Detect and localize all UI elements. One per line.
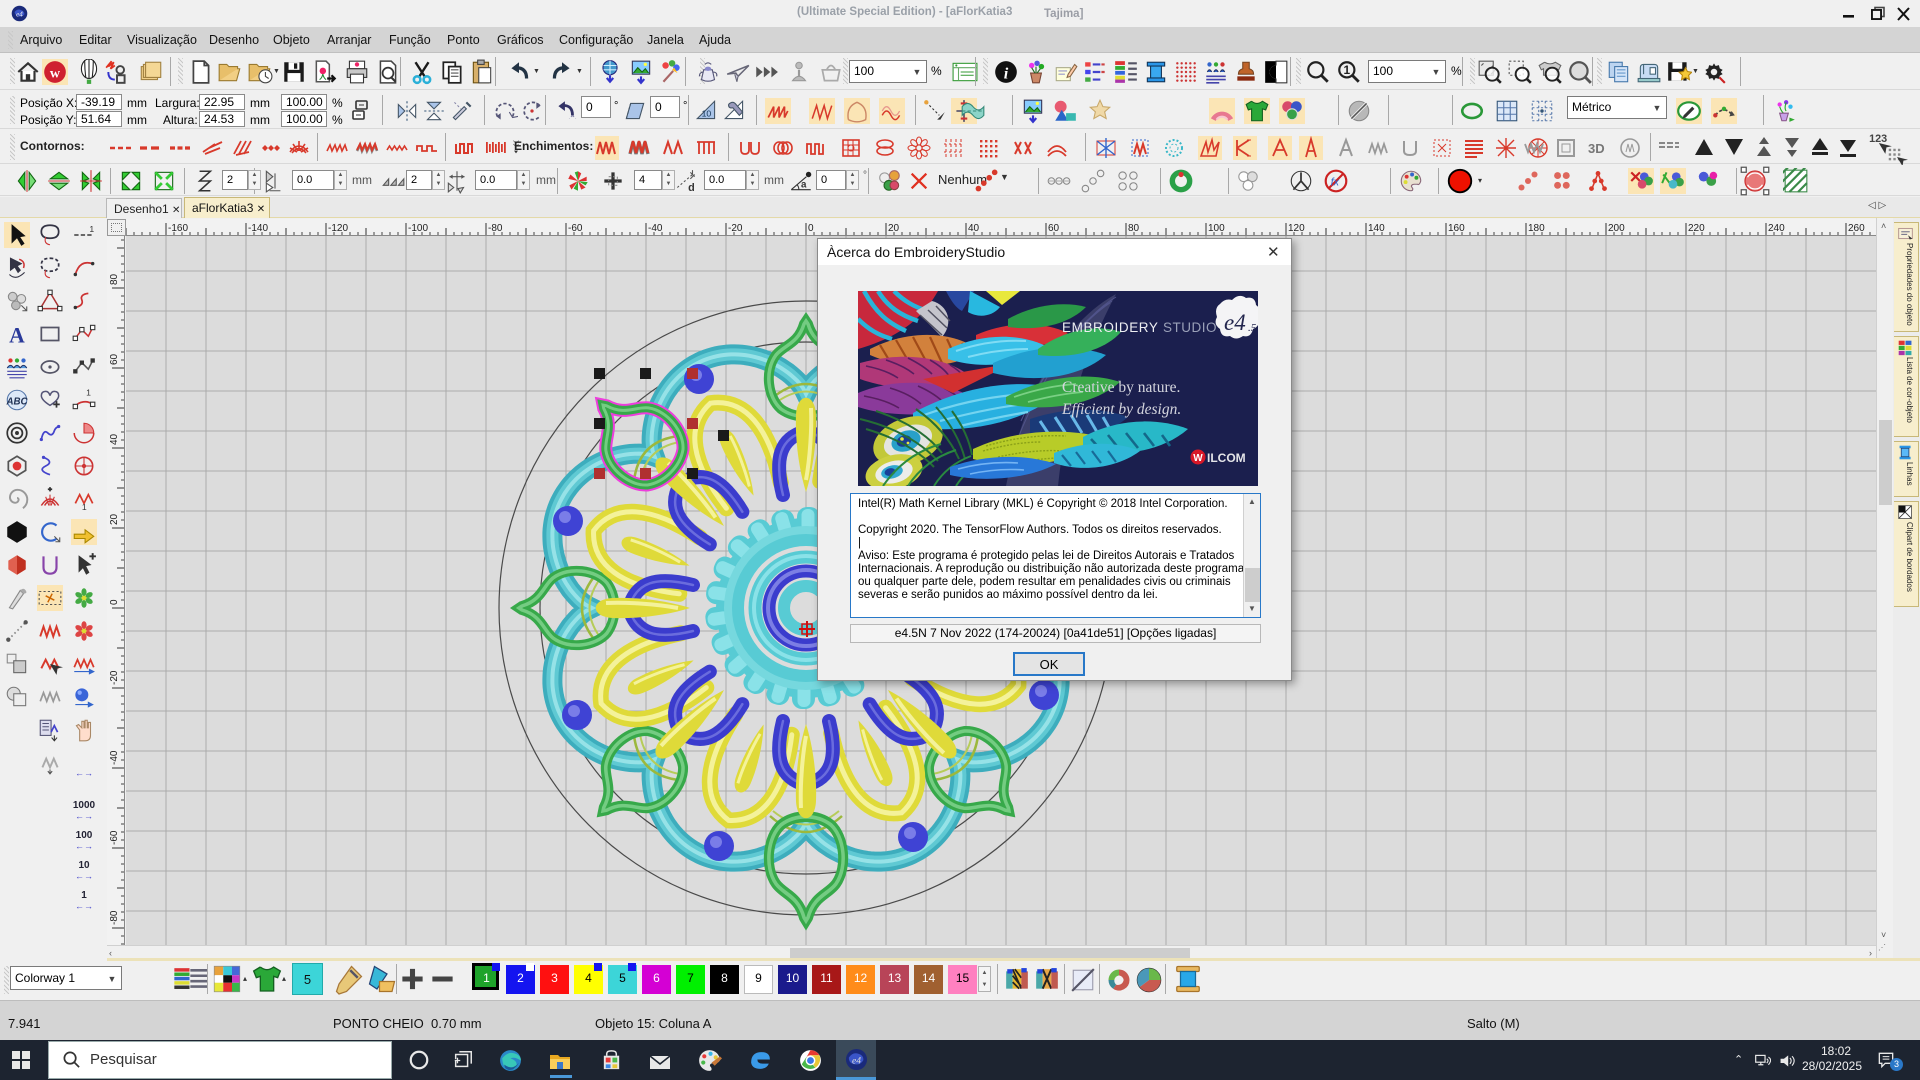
svg-text:Creative by nature.: Creative by nature. xyxy=(1062,379,1180,396)
svg-text:-20: -20 xyxy=(728,223,743,234)
svg-text:-100: -100 xyxy=(408,223,428,234)
svg-text:W: W xyxy=(1193,453,1203,464)
svg-text:140: 140 xyxy=(1368,223,1385,234)
svg-text:180: 180 xyxy=(1528,223,1545,234)
svg-text:-140: -140 xyxy=(248,223,268,234)
svg-text:e4: e4 xyxy=(852,1055,861,1066)
svg-text:240: 240 xyxy=(1768,223,1785,234)
svg-text:-20: -20 xyxy=(109,670,120,685)
svg-text:10: 10 xyxy=(702,108,712,118)
svg-text:-40: -40 xyxy=(109,750,120,765)
svg-text:e4: e4 xyxy=(1224,310,1246,335)
svg-text:-60: -60 xyxy=(109,830,120,845)
svg-text:40: 40 xyxy=(109,433,120,445)
svg-text:-80: -80 xyxy=(109,910,120,925)
svg-text:123: 123 xyxy=(1869,133,1887,145)
svg-text:120: 120 xyxy=(1288,223,1305,234)
svg-text:220: 220 xyxy=(1688,223,1705,234)
svg-text:a: a xyxy=(801,180,807,191)
svg-text:A: A xyxy=(9,324,25,347)
svg-text:20: 20 xyxy=(109,513,120,525)
svg-text:160: 160 xyxy=(1448,223,1465,234)
svg-text:-40: -40 xyxy=(648,223,663,234)
svg-text:1: 1 xyxy=(86,388,91,398)
svg-text:Efficient by design.: Efficient by design. xyxy=(1061,401,1181,418)
svg-text:1: 1 xyxy=(89,224,94,234)
svg-text:-120: -120 xyxy=(328,223,348,234)
svg-text:EMBROIDERY: EMBROIDERY xyxy=(1062,320,1159,335)
svg-text:w: w xyxy=(50,65,61,81)
svg-text:200: 200 xyxy=(1608,223,1625,234)
svg-text:i: i xyxy=(1004,65,1009,83)
svg-text:0: 0 xyxy=(808,223,814,234)
svg-text:60: 60 xyxy=(109,353,120,365)
svg-text:fx: fx xyxy=(1331,176,1340,188)
svg-text:STUDIO: STUDIO xyxy=(1163,320,1217,335)
svg-text:ABC: ABC xyxy=(5,396,28,407)
svg-text:3D: 3D xyxy=(1588,141,1605,156)
svg-text:260: 260 xyxy=(1848,223,1865,234)
svg-text:e4: e4 xyxy=(16,10,23,18)
svg-text:-60: -60 xyxy=(568,223,583,234)
svg-text:100: 100 xyxy=(1208,223,1225,234)
svg-text:1: 1 xyxy=(1344,63,1351,77)
svg-text:0: 0 xyxy=(109,599,120,605)
svg-text:ILCOM: ILCOM xyxy=(1207,451,1246,465)
svg-text:-80: -80 xyxy=(488,223,503,234)
svg-text:-160: -160 xyxy=(168,223,188,234)
svg-text:80: 80 xyxy=(109,273,120,285)
svg-text:.5: .5 xyxy=(1248,322,1257,334)
svg-text:1: 1 xyxy=(82,502,87,512)
svg-text:d: d xyxy=(688,182,695,194)
